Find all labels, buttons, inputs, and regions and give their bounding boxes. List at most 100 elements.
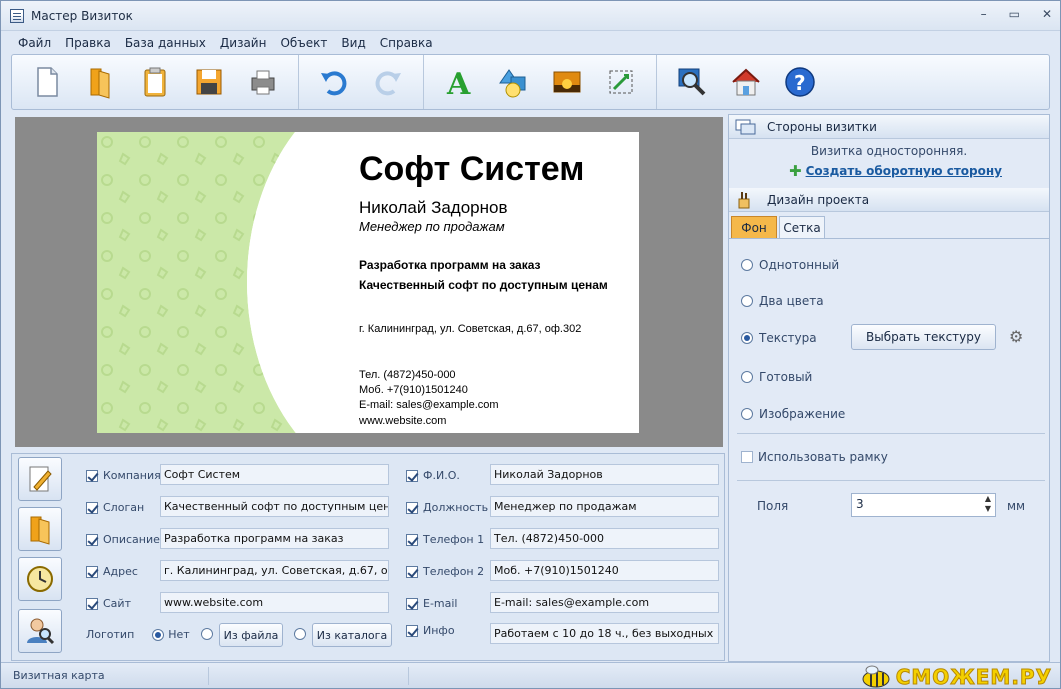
zoom-button[interactable] xyxy=(669,59,715,105)
close-button[interactable]: ✕ xyxy=(1042,7,1052,21)
edit-document-icon xyxy=(29,466,52,492)
home-button[interactable] xyxy=(723,59,769,105)
design-header[interactable]: Дизайн проекта xyxy=(729,188,1049,212)
option-two-colors[interactable]: Два цвета xyxy=(741,294,824,308)
option-ready[interactable]: Готовый xyxy=(741,370,812,384)
card-company[interactable]: Софт Систем xyxy=(359,150,584,189)
info-checkbox[interactable] xyxy=(406,624,418,637)
edit-text-button[interactable] xyxy=(18,457,62,501)
use-frame-checkbox[interactable] xyxy=(741,451,753,463)
open-folder-icon xyxy=(90,68,110,99)
tab-background[interactable]: Фон xyxy=(731,216,777,238)
undo-icon xyxy=(321,71,347,96)
text-button[interactable]: A xyxy=(436,59,482,105)
slogan-checkbox[interactable] xyxy=(86,501,98,514)
description-field[interactable]: Разработка программ на заказ xyxy=(160,528,389,549)
info-field[interactable]: Работаем с 10 до 18 ч., без выходных xyxy=(490,623,719,644)
logo-catalog-radio[interactable] xyxy=(294,628,306,640)
texture-label: Текстура xyxy=(759,331,817,345)
title-bar: Мастер Визиток – ▭ ✕ xyxy=(1,1,1060,31)
phone1-checkbox[interactable] xyxy=(406,533,418,546)
position-checkbox[interactable] xyxy=(406,501,418,514)
crop-icon xyxy=(609,70,633,94)
site-checkbox[interactable] xyxy=(86,597,98,610)
ready-label: Готовый xyxy=(759,370,813,384)
save-button[interactable] xyxy=(186,59,232,105)
menu-help[interactable]: Справка xyxy=(373,36,440,50)
menu-database[interactable]: База данных xyxy=(118,36,213,50)
menu-edit[interactable]: Правка xyxy=(58,36,118,50)
help-button[interactable]: ? xyxy=(777,59,823,105)
minimize-button[interactable]: – xyxy=(981,7,987,21)
open-button[interactable] xyxy=(78,59,124,105)
undo-button[interactable] xyxy=(311,59,357,105)
email-checkbox[interactable] xyxy=(406,597,418,610)
print-button[interactable] xyxy=(240,59,286,105)
card-position[interactable]: Менеджер по продажам xyxy=(359,219,505,234)
fio-checkbox[interactable] xyxy=(406,469,418,482)
address-field[interactable]: г. Калининград, ул. Советская, д.67, оф.… xyxy=(160,560,389,581)
logo-none-radio[interactable] xyxy=(152,628,165,641)
watermark-logo: СМОЖЕМ.РУ xyxy=(856,665,1052,688)
solid-radio[interactable] xyxy=(741,259,753,271)
from-file-button[interactable]: Из файла xyxy=(219,623,283,647)
image-button[interactable] xyxy=(544,59,590,105)
option-texture[interactable]: Текстура xyxy=(741,331,817,345)
menu-design[interactable]: Дизайн xyxy=(213,36,274,50)
description-checkbox[interactable] xyxy=(86,533,98,546)
spin-arrows-icon[interactable]: ▲ ▼ xyxy=(985,494,991,514)
card-phone[interactable]: Тел. (4872)450-000 xyxy=(359,369,456,381)
menu-bar: Файл Правка База данных Дизайн Объект Ви… xyxy=(1,32,1060,54)
address-checkbox[interactable] xyxy=(86,565,98,578)
gear-icon[interactable]: ⚙ xyxy=(1009,327,1023,346)
redo-button[interactable] xyxy=(365,59,411,105)
card-name[interactable]: Николай Задорнов xyxy=(359,198,508,218)
ready-radio[interactable] xyxy=(741,371,753,383)
margins-spinner[interactable]: 3 ▲ ▼ xyxy=(851,493,996,517)
slogan-field[interactable]: Качественный софт по доступным ценам xyxy=(160,496,389,517)
image-radio[interactable] xyxy=(741,408,753,420)
card-email[interactable]: E-mail: sales@example.com xyxy=(359,399,499,411)
two-colors-radio[interactable] xyxy=(741,295,753,307)
option-image[interactable]: Изображение xyxy=(741,407,845,421)
texture-radio[interactable] xyxy=(741,332,753,344)
card-address[interactable]: г. Калининград, ул. Советская, д.67, оф.… xyxy=(359,323,581,335)
from-catalog-button[interactable]: Из каталога xyxy=(312,623,392,647)
company-checkbox[interactable] xyxy=(86,469,98,482)
maximize-button[interactable]: ▭ xyxy=(1009,7,1020,21)
create-back-side-link[interactable]: ✚ Создать оборотную сторону xyxy=(789,162,1002,180)
sides-header[interactable]: Стороны визитки xyxy=(729,115,1049,139)
shapes-button[interactable] xyxy=(490,59,536,105)
fio-field[interactable]: Николай Задорнов xyxy=(490,464,719,485)
card-slogan[interactable]: Качественный софт по доступным ценам xyxy=(359,278,608,292)
email-field[interactable]: E-mail: sales@example.com xyxy=(490,592,719,613)
option-solid[interactable]: Однотонный xyxy=(741,258,839,272)
menu-view[interactable]: Вид xyxy=(334,36,372,50)
paste-button[interactable] xyxy=(132,59,178,105)
new-button[interactable] xyxy=(24,59,70,105)
save-icon xyxy=(196,69,222,95)
phone1-field[interactable]: Тел. (4872)450-000 xyxy=(490,528,719,549)
help-icon: ? xyxy=(785,67,815,97)
position-field[interactable]: Менеджер по продажам xyxy=(490,496,719,517)
company-field[interactable]: Софт Систем xyxy=(160,464,389,485)
site-field[interactable]: www.website.com xyxy=(160,592,389,613)
phone2-field[interactable]: Моб. +7(910)1501240 xyxy=(490,560,719,581)
phone2-checkbox[interactable] xyxy=(406,565,418,578)
logo-file-radio[interactable] xyxy=(201,628,213,640)
schedule-button[interactable] xyxy=(18,557,62,601)
crop-button[interactable] xyxy=(598,59,644,105)
tab-grid[interactable]: Сетка xyxy=(779,216,825,238)
design-canvas[interactable]: Софт Систем Николай Задорнов Менеджер по… xyxy=(15,117,723,447)
contacts-search-button[interactable] xyxy=(18,609,62,653)
business-card-preview[interactable]: Софт Систем Николай Задорнов Менеджер по… xyxy=(97,132,639,433)
card-description[interactable]: Разработка программ на заказ xyxy=(359,258,541,272)
card-site[interactable]: www.website.com xyxy=(359,415,446,427)
card-mobile[interactable]: Моб. +7(910)1501240 xyxy=(359,384,468,396)
use-frame-row[interactable]: Использовать рамку xyxy=(741,450,888,464)
menu-file[interactable]: Файл xyxy=(11,36,58,50)
open-database-button[interactable] xyxy=(18,507,62,551)
choose-texture-button[interactable]: Выбрать текстуру xyxy=(851,324,996,350)
info-label: Инфо xyxy=(423,624,455,637)
menu-object[interactable]: Объект xyxy=(273,36,334,50)
